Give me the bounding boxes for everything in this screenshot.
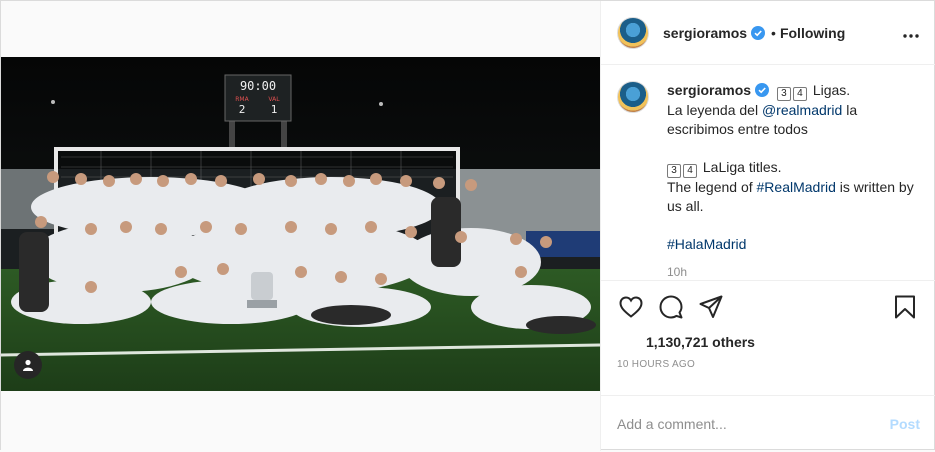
following-button[interactable]: Following	[780, 25, 845, 41]
comment-input[interactable]	[617, 415, 890, 432]
caption-text: sergioramos 34 Ligas. La leyenda del @re…	[667, 81, 919, 279]
post-header: sergioramos • Following	[601, 1, 935, 65]
caption-username[interactable]: sergioramos	[667, 82, 751, 98]
scoreboard-away-team: VAL	[268, 96, 280, 103]
caption-area: sergioramos 34 Ligas. La leyenda del @re…	[601, 65, 935, 281]
keycap-number: 3	[667, 164, 681, 178]
hashtag-link[interactable]: #RealMadrid	[757, 179, 836, 195]
post-card: 90:00 RMA VAL 2 1 sergioramos • Followin…	[0, 0, 935, 451]
person-icon	[23, 359, 33, 371]
mention-link[interactable]: @realmadrid	[762, 102, 842, 118]
avatar[interactable]	[617, 16, 649, 49]
caption-line1: Ligas.	[812, 82, 851, 98]
caption-en-line2-pre: The legend of	[667, 179, 757, 195]
scoreboard-home-team: RMA	[235, 96, 249, 103]
keycap-number: 4	[683, 164, 697, 178]
share-icon[interactable]	[695, 291, 727, 323]
header-username[interactable]: sergioramos	[663, 25, 747, 41]
verified-badge-icon	[751, 25, 766, 40]
post-sidebar: sergioramos • Following sergioramos 34 L…	[600, 1, 935, 451]
action-bar	[601, 281, 935, 333]
scoreboard-time: 90:00	[240, 79, 276, 93]
comment-bar: Post	[601, 395, 935, 451]
caption-en-line1: LaLiga titles.	[702, 159, 782, 175]
post-media: 90:00 RMA VAL 2 1	[1, 1, 600, 451]
post-timestamp[interactable]: 10 HOURS AGO	[601, 359, 935, 370]
heart-icon[interactable]	[615, 291, 647, 323]
likes-count[interactable]: 1,130,721 others	[601, 331, 935, 353]
comment-icon[interactable]	[655, 291, 687, 323]
caption-avatar[interactable]	[617, 81, 649, 113]
keycap-number: 4	[792, 87, 807, 101]
keycap-number: 3	[776, 87, 791, 101]
post-comment-button[interactable]: Post	[890, 416, 920, 432]
scoreboard-away-score: 1	[271, 103, 278, 116]
post-photo[interactable]: 90:00 RMA VAL 2 1	[1, 57, 600, 391]
caption-line2-pre: La leyenda del	[667, 102, 762, 118]
hashtag-link[interactable]: #HalaMadrid	[667, 236, 746, 252]
bookmark-icon[interactable]	[889, 291, 921, 323]
tagged-users-button[interactable]	[14, 351, 42, 379]
more-options-icon[interactable]	[903, 21, 919, 44]
caption-time[interactable]: 10h	[667, 263, 919, 280]
scoreboard-home-score: 2	[239, 103, 246, 116]
verified-badge-icon	[755, 83, 770, 97]
header-separator: •	[771, 24, 776, 41]
